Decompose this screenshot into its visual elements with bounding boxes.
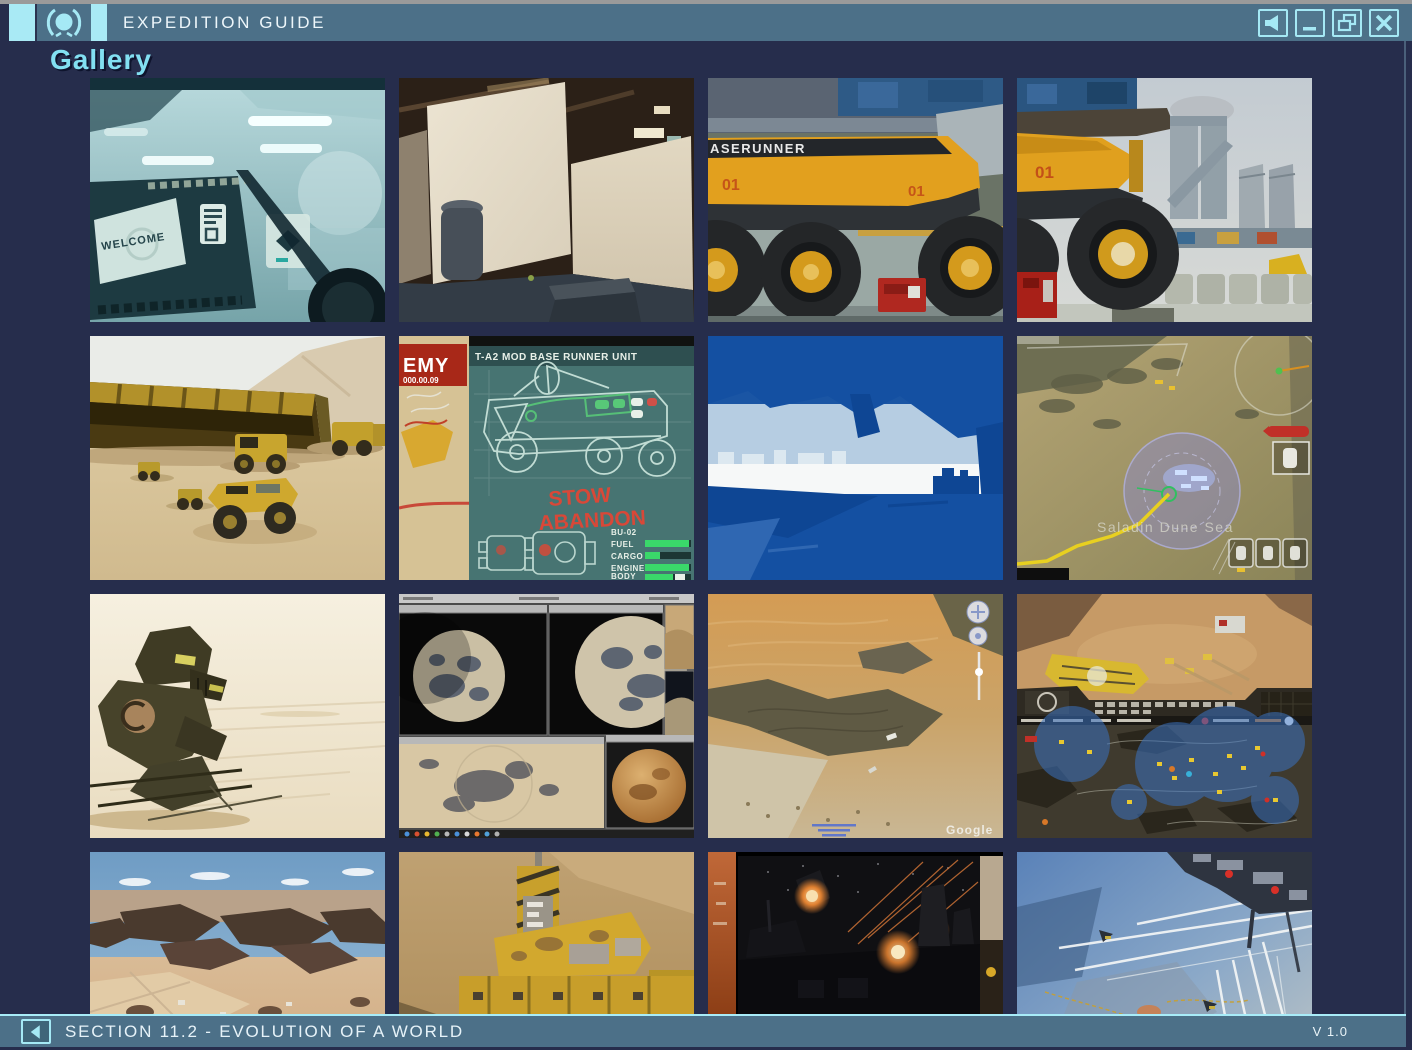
thumbnail-art-rts-screens xyxy=(1017,594,1312,838)
window-controls xyxy=(1258,9,1399,37)
thumbnail-art-carrier-closeup xyxy=(399,852,694,1014)
thumbnail-art-dune-sea-map: Saladin Dune Sea xyxy=(1017,336,1312,580)
version-label: V 1.0 xyxy=(1313,1024,1348,1039)
chalkboard-note-text: STOW xyxy=(548,484,612,511)
app-title: EXPEDITION GUIDE xyxy=(123,13,1258,33)
baserunner-marking-text: ASERUNNER xyxy=(710,141,806,156)
back-arrow-icon xyxy=(26,1023,46,1041)
thumbnail-art-night-battle xyxy=(708,852,1003,1014)
gallery-grid: WELCOME xyxy=(90,78,1312,1014)
gallery-thumbnail-satellite-terrain[interactable]: Google xyxy=(708,594,1003,838)
app-logo xyxy=(37,4,91,41)
expedition-guide-window: EXPEDITION GUIDE xyxy=(0,0,1412,1050)
laurel-emblem-icon xyxy=(42,7,86,39)
gallery-thumbnail-white-walls[interactable] xyxy=(399,78,694,322)
gallery-thumbnail-sky-battle[interactable] xyxy=(1017,852,1312,1014)
thumbnail-art-baserunner-yard: 01 xyxy=(1017,78,1312,322)
gallery-thumbnail-soldier-sketch[interactable] xyxy=(90,594,385,838)
close-button[interactable] xyxy=(1369,9,1399,37)
thumbnail-art-baserunner-side: ASERUNNER 01 01 xyxy=(708,78,1003,322)
section-title: SECTION 11.2 - EVOLUTION OF A WORLD xyxy=(65,1022,1313,1042)
thumbnail-art-sky-battle xyxy=(1017,852,1312,1014)
speaker-icon xyxy=(1261,11,1285,35)
volume-button[interactable] xyxy=(1258,9,1288,37)
baserunner-number-text: 01 xyxy=(908,183,925,200)
stat-label: BODY xyxy=(611,572,636,580)
stat-label: CARGO xyxy=(611,552,643,561)
thumbnail-art-desert-convoy xyxy=(90,336,385,580)
titlebar-accent-stripe xyxy=(91,4,107,41)
stat-label: FUEL xyxy=(611,540,634,549)
baserunner-number-text: 01 xyxy=(722,177,740,194)
thumbnail-art-planet-montage xyxy=(399,594,694,838)
chalkboard-header-text: T-A2 MOD BASE RUNNER UNIT xyxy=(475,352,638,363)
thumbnail-art-blue-study xyxy=(708,336,1003,580)
chalkboard-corner-text: EMY xyxy=(403,355,449,377)
back-button[interactable] xyxy=(21,1019,51,1044)
baserunner-number-text: 01 xyxy=(1035,163,1054,182)
chalkboard-digits-text: 000.00.09 xyxy=(403,376,439,385)
gallery-thumbnail-aerial-desert[interactable] xyxy=(90,852,385,1014)
title-bar: EXPEDITION GUIDE xyxy=(0,4,1412,41)
titlebar-accent-block xyxy=(9,4,35,41)
restore-button[interactable] xyxy=(1332,9,1362,37)
window-right-border xyxy=(1404,41,1406,1014)
gallery-thumbnail-blue-study[interactable] xyxy=(708,336,1003,580)
gallery-thumbnail-dune-sea-map[interactable]: Saladin Dune Sea xyxy=(1017,336,1312,580)
thumbnail-art-satellite-terrain: Google xyxy=(708,594,1003,838)
map-region-label: Saladin Dune Sea xyxy=(1097,519,1234,535)
page-title: Gallery xyxy=(50,44,152,76)
gallery-thumbnail-hangar-welcome[interactable]: WELCOME xyxy=(90,78,385,322)
gallery-thumbnail-planet-montage[interactable] xyxy=(399,594,694,838)
footer-bar: SECTION 11.2 - EVOLUTION OF A WORLD V 1.… xyxy=(0,1014,1406,1047)
gallery-thumbnail-chalkboard-diagram[interactable]: EMY 000.00.09 T-A2 MOD BASE RUNNER UNIT xyxy=(399,336,694,580)
gallery-thumbnail-night-battle[interactable] xyxy=(708,852,1003,1014)
thumbnail-art-aerial-desert xyxy=(90,852,385,1014)
minimize-button[interactable] xyxy=(1295,9,1325,37)
gallery-thumbnail-baserunner-yard[interactable]: 01 xyxy=(1017,78,1312,322)
thumbnail-art-white-walls xyxy=(399,78,694,322)
gallery-thumbnail-baserunner-side[interactable]: ASERUNNER 01 01 xyxy=(708,78,1003,322)
thumbnail-art-soldier-sketch xyxy=(90,594,385,838)
gallery-thumbnail-rts-screens[interactable] xyxy=(1017,594,1312,838)
google-watermark-text: Google xyxy=(946,823,993,837)
gallery-thumbnail-desert-convoy[interactable] xyxy=(90,336,385,580)
gallery-thumbnail-carrier-closeup[interactable] xyxy=(399,852,694,1014)
titlebar-gap xyxy=(0,4,9,41)
thumbnail-art-hangar-welcome: WELCOME xyxy=(90,78,385,322)
stat-label: BU-02 xyxy=(611,528,637,537)
thumbnail-art-chalkboard-diagram: EMY 000.00.09 T-A2 MOD BASE RUNNER UNIT xyxy=(399,336,694,580)
minimize-icon xyxy=(1298,11,1322,35)
restore-icon xyxy=(1335,11,1359,35)
close-icon xyxy=(1372,11,1396,35)
